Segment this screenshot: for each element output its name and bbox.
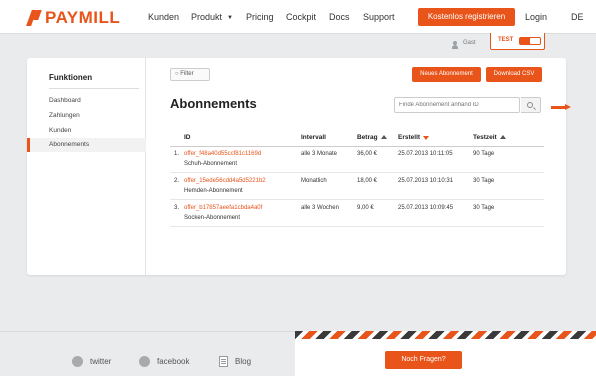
sort-descending-icon xyxy=(423,136,430,140)
trial-period: 30 Tage xyxy=(473,205,495,211)
offer-id-link[interactable]: offer_f48a40d55ccf81c1169d xyxy=(184,151,261,157)
sort-ascending-icon xyxy=(380,135,387,139)
sidebar-item-abonnements[interactable]: Abonnements xyxy=(27,138,146,152)
created-date: 25.07.2013 10:11:05 xyxy=(398,151,453,157)
interval: alle 3 Monate xyxy=(301,151,338,157)
created-date: 25.07.2013 10:09:45 xyxy=(398,205,454,211)
login-link[interactable]: Login xyxy=(525,12,547,22)
column-header-betrag[interactable]: Betrag xyxy=(357,134,387,141)
test-mode-switch[interactable] xyxy=(519,37,541,45)
language-selector[interactable]: DE xyxy=(571,12,584,22)
offer-id-link[interactable]: offer_15ede56cdd4a5d5221b2 xyxy=(184,178,266,184)
amount: 36,00 € xyxy=(357,151,378,157)
interval: Monatlich xyxy=(301,178,327,184)
amount: 9,00 € xyxy=(357,205,374,211)
trial-period: 90 Tage xyxy=(473,151,495,157)
amount: 18,00 € xyxy=(357,178,378,184)
guest-label: Gast xyxy=(463,40,476,46)
footer-social xyxy=(0,331,295,376)
row-number: 3. xyxy=(174,205,180,211)
blog-icon xyxy=(219,356,228,367)
created-date: 25.07.2013 10:10:31 xyxy=(398,178,454,184)
column-header-erstellt[interactable]: Erstellt xyxy=(398,134,430,141)
column-header-testzeit-label: Testzeit xyxy=(473,134,497,141)
blog-link[interactable]: Blog xyxy=(219,356,251,367)
table-row: 2. offer_15ede56cdd4a5d5221b2 Hemden-Abo… xyxy=(170,174,544,200)
brand-name: PAYMILL xyxy=(45,8,121,27)
nav-produkt[interactable]: Produkt ▼ xyxy=(191,12,233,22)
offer-name: Schuh-Abonnement xyxy=(184,161,238,167)
column-header-erstellt-label: Erstellt xyxy=(398,134,421,141)
new-subscription-button[interactable]: Neues Abonnement xyxy=(412,67,481,82)
arrow-right-icon xyxy=(551,104,573,110)
twitter-label: twitter xyxy=(90,357,112,366)
offer-id-link[interactable]: offer_b17857aeefa1cbda4a0f xyxy=(184,205,262,211)
nav-pricing[interactable]: Pricing xyxy=(246,12,274,22)
sort-ascending-icon xyxy=(499,135,506,139)
paymill-logo[interactable]: PAYMILL xyxy=(27,8,120,28)
column-header-id[interactable]: ID xyxy=(184,134,191,141)
facebook-link[interactable]: facebook xyxy=(139,356,189,367)
facebook-icon xyxy=(139,356,150,367)
twitter-icon xyxy=(72,356,83,367)
switch-knob xyxy=(530,38,540,44)
filter-label: Filter xyxy=(180,71,194,77)
page-title: Abonnements xyxy=(170,96,257,111)
filter-button[interactable]: ○ Filter xyxy=(170,68,210,81)
twitter-link[interactable]: twitter xyxy=(72,356,111,367)
register-button[interactable]: Kostenlos registrieren xyxy=(418,8,515,26)
nav-cockpit[interactable]: Cockpit xyxy=(286,12,316,22)
search-input[interactable] xyxy=(394,97,520,113)
main-content: ○ Filter Neues Abonnement Download CSV A… xyxy=(147,58,566,275)
facebook-label: facebook xyxy=(157,357,190,366)
test-mode-toggle[interactable]: TEST xyxy=(490,33,545,50)
search-button[interactable] xyxy=(521,97,541,113)
sidebar: Funktionen Dashboard Zahlungen Kunden Ab… xyxy=(27,58,146,275)
offer-name: Socken-Abonnement xyxy=(184,215,241,221)
sidebar-divider xyxy=(49,88,139,89)
caret-down-icon: ▼ xyxy=(227,15,233,21)
interval: alle 3 Wochen xyxy=(301,205,339,211)
sidebar-title: Funktionen xyxy=(49,73,93,82)
paymill-logo-icon xyxy=(27,10,41,26)
nav-produkt-label: Produkt xyxy=(191,12,223,22)
questions-button[interactable]: Noch Fragen? xyxy=(385,351,462,369)
nav-kunden[interactable]: Kunden xyxy=(148,12,179,22)
sidebar-item-kunden[interactable]: Kunden xyxy=(27,124,146,138)
sidebar-item-dashboard[interactable]: Dashboard xyxy=(27,94,146,108)
table-row: 3. offer_b17857aeefa1cbda4a0f Socken-Abo… xyxy=(170,201,544,227)
nav-support[interactable]: Support xyxy=(363,12,395,22)
download-csv-button[interactable]: Download CSV xyxy=(486,67,542,82)
content-panel: Funktionen Dashboard Zahlungen Kunden Ab… xyxy=(27,58,566,275)
row-number: 2. xyxy=(174,178,180,184)
column-header-testzeit[interactable]: Testzeit xyxy=(473,134,506,141)
column-header-intervall[interactable]: Intervall xyxy=(301,134,326,141)
sidebar-item-zahlungen[interactable]: Zahlungen xyxy=(27,109,146,123)
column-header-betrag-label: Betrag xyxy=(357,134,378,141)
row-number: 1. xyxy=(174,151,180,157)
nav-docs[interactable]: Docs xyxy=(329,12,350,22)
search-icon xyxy=(527,102,533,108)
table-row: 1. offer_f48a40d55ccf81c1169d Schuh-Abon… xyxy=(170,147,544,173)
top-navigation: PAYMILL Kunden Produkt ▼ Pricing Cockpit … xyxy=(0,0,596,34)
trial-period: 30 Tage xyxy=(473,178,495,184)
blog-label: Blog xyxy=(235,357,252,366)
hazard-stripe xyxy=(295,331,596,339)
test-mode-label: TEST xyxy=(498,37,514,43)
offer-name: Hemden-Abonnement xyxy=(184,188,243,194)
user-icon xyxy=(451,41,459,49)
